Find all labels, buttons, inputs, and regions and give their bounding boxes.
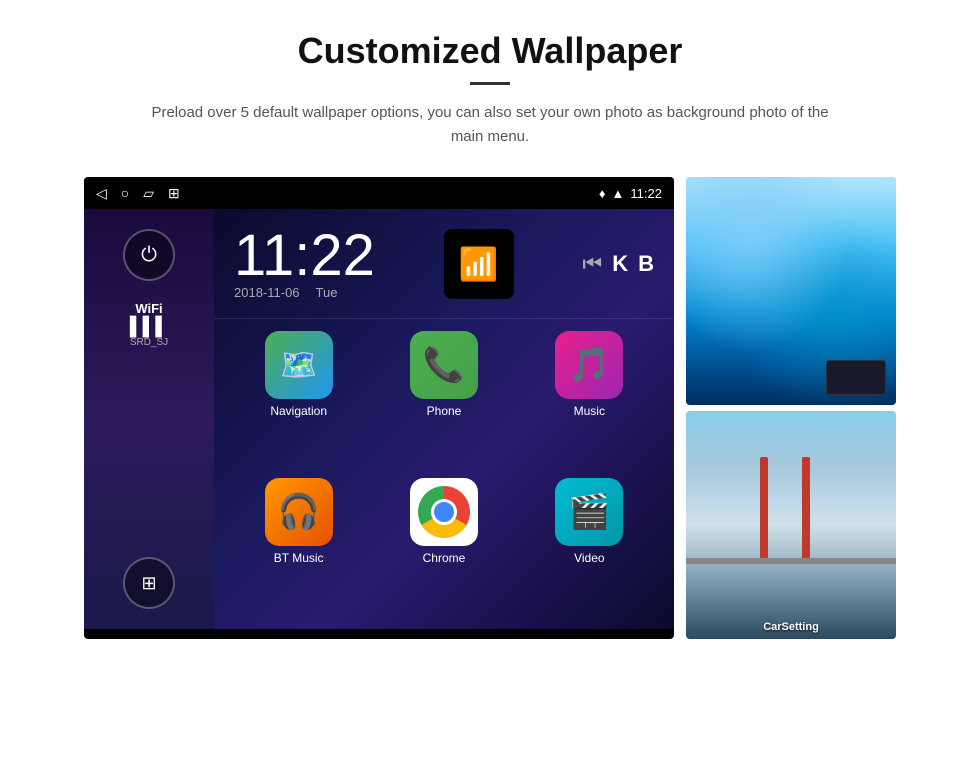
bridge-background: CarSetting xyxy=(686,411,896,639)
android-sidebar: ⏻ WiFi ▌▌▌ SRD_SJ ⊞ xyxy=(84,209,214,629)
media-letter-k: K xyxy=(612,251,628,277)
chrome-label: Chrome xyxy=(423,551,466,565)
app-item-phone[interactable]: 📞 Phone xyxy=(375,331,512,470)
video-icon: 🎬 xyxy=(555,478,623,546)
wifi-ssid: SRD_SJ xyxy=(130,337,168,348)
wallpaper-golden-gate[interactable]: CarSetting xyxy=(686,411,896,639)
clock-date: 2018-11-06 Tue xyxy=(234,285,375,300)
wifi-signal-icon: 📶 xyxy=(459,245,499,283)
recents-square-icon[interactable]: ▱ xyxy=(143,185,154,202)
app-item-chrome[interactable]: Chrome xyxy=(375,478,512,617)
app-item-video[interactable]: 🎬 Video xyxy=(521,478,658,617)
wallpaper-panel: CarSetting xyxy=(686,177,896,639)
bridge-road xyxy=(686,558,896,564)
status-time: 11:22 xyxy=(630,186,662,201)
page-header: Customized Wallpaper Preload over 5 defa… xyxy=(60,0,920,167)
page-description: Preload over 5 default wallpaper options… xyxy=(140,101,840,149)
navigation-icon: 🗺️ xyxy=(265,331,333,399)
chrome-icon xyxy=(410,478,478,546)
music-label: Music xyxy=(574,404,605,418)
phone-icon: 📞 xyxy=(410,331,478,399)
wifi-widget-box[interactable]: 📶 xyxy=(444,229,514,299)
carsetting-label: CarSetting xyxy=(686,621,896,633)
bt-music-label: BT Music xyxy=(274,551,324,565)
image-icon[interactable]: ⊞ xyxy=(168,185,180,202)
bt-music-icon: 🎧 xyxy=(265,478,333,546)
bridge-tower-left xyxy=(760,457,768,560)
bridge-tower-right xyxy=(802,457,810,560)
android-center: 11:22 2018-11-06 Tue 📶 ⏮ K B xyxy=(214,209,674,629)
status-bar-left: ◁ ○ ▱ ⊞ xyxy=(96,185,180,202)
navigation-label: Navigation xyxy=(270,404,327,418)
app-grid: 🗺️ Navigation 📞 Phone 🎵 xyxy=(214,319,674,629)
status-bar: ◁ ○ ▱ ⊞ ♦ ▲ 11:22 xyxy=(84,177,674,209)
title-divider xyxy=(470,82,510,85)
location-icon: ♦ xyxy=(599,186,606,201)
phone-label: Phone xyxy=(427,404,462,418)
wifi-widget: WiFi ▌▌▌ SRD_SJ xyxy=(130,301,168,348)
clock-info: 11:22 2018-11-06 Tue xyxy=(234,227,375,300)
prev-track-icon[interactable]: ⏮ xyxy=(582,251,602,277)
status-bar-right: ♦ ▲ 11:22 xyxy=(599,186,662,201)
clock-time: 11:22 xyxy=(234,227,375,285)
android-screen: ◁ ○ ▱ ⊞ ♦ ▲ 11:22 ⏻ WiFi ▌▌▌ SRD_SJ xyxy=(84,177,674,639)
music-icon: 🎵 xyxy=(555,331,623,399)
page-title: Customized Wallpaper xyxy=(140,30,840,72)
media-letter-b: B xyxy=(638,251,654,277)
clock-section: 11:22 2018-11-06 Tue 📶 ⏮ K B xyxy=(214,209,674,319)
wallpaper-ice-cave[interactable] xyxy=(686,177,896,405)
apps-grid-button[interactable]: ⊞ xyxy=(123,557,175,609)
wifi-bars-icon: ▌▌▌ xyxy=(130,316,168,337)
video-label: Video xyxy=(574,551,604,565)
home-circle-icon[interactable]: ○ xyxy=(121,185,129,201)
android-main: ⏻ WiFi ▌▌▌ SRD_SJ ⊞ 11:22 2018-11-06 xyxy=(84,209,674,629)
app-item-music[interactable]: 🎵 Music xyxy=(521,331,658,470)
wifi-icon: ▲ xyxy=(612,186,625,201)
app-item-bt-music[interactable]: 🎧 BT Music xyxy=(230,478,367,617)
wifi-label: WiFi xyxy=(130,301,168,316)
media-controls: ⏮ K B xyxy=(582,251,654,277)
app-item-navigation[interactable]: 🗺️ Navigation xyxy=(230,331,367,470)
back-arrow-icon[interactable]: ◁ xyxy=(96,185,107,202)
day-value: Tue xyxy=(316,285,338,300)
power-button[interactable]: ⏻ xyxy=(123,229,175,281)
mini-device-preview xyxy=(826,360,886,395)
content-area: ◁ ○ ▱ ⊞ ♦ ▲ 11:22 ⏻ WiFi ▌▌▌ SRD_SJ xyxy=(0,167,980,639)
date-value: 2018-11-06 xyxy=(234,285,300,300)
